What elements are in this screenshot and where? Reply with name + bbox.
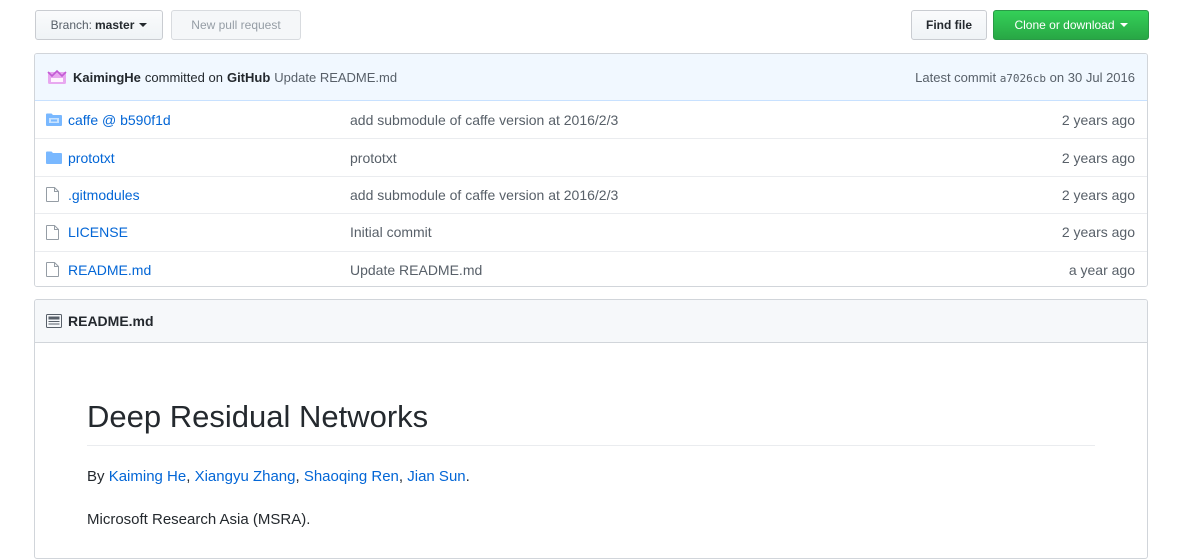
commit-message-link[interactable]: Update README.md (274, 70, 397, 85)
latest-commit-info: Latest commit a7026cb on 30 Jul 2016 (915, 70, 1135, 85)
file-commit-message-link[interactable]: Update README.md (350, 262, 1069, 278)
readme-header: README.md (35, 300, 1147, 343)
file-name-link[interactable]: .gitmodules (68, 187, 350, 203)
file-row: LICENSE Initial commit 2 years ago (35, 213, 1147, 250)
file-commit-message-link[interactable]: add submodule of caffe version at 2016/2… (350, 112, 1062, 128)
file-icon (46, 262, 62, 278)
byline-prefix: By (87, 468, 105, 485)
file-name-link[interactable]: prototxt (68, 150, 350, 166)
clone-or-download-button[interactable]: Clone or download (993, 10, 1149, 40)
chevron-down-icon (139, 23, 148, 27)
file-age: a year ago (1068, 261, 1135, 278)
readme-authors: By Kaiming He, Xiangyu Zhang, Shaoqing R… (87, 468, 1095, 485)
new-pull-request-button[interactable]: New pull request (171, 10, 301, 40)
file-commit-message-link[interactable]: prototxt (350, 150, 1062, 166)
file-icon (46, 224, 62, 240)
latest-commit-bar: KaimingHe committed on GitHub Update REA… (35, 54, 1147, 101)
file-age: 2 years ago (1061, 186, 1135, 203)
branch-name: master (95, 18, 135, 32)
file-rows: caffe @ b590f1d add submodule of caffe ve… (35, 101, 1147, 286)
file-row: prototxt prototxt 2 years ago (35, 138, 1147, 175)
commit-date: 30 Jul 2016 (1067, 69, 1135, 85)
file-name-link[interactable]: LICENSE (68, 224, 350, 240)
file-icon (46, 187, 62, 203)
file-commit-message-link[interactable]: add submodule of caffe version at 2016/2… (350, 187, 1062, 203)
commit-platform: GitHub (226, 69, 271, 85)
file-age: 2 years ago (1061, 149, 1135, 166)
avatar[interactable] (47, 69, 67, 85)
chevron-down-icon (1119, 23, 1128, 27)
byline-separator: , (398, 468, 404, 485)
author-link[interactable]: Shaoqing Ren (304, 468, 399, 485)
byline-separator: , (295, 468, 300, 485)
commit-date-prefix: on (1049, 69, 1065, 85)
clone-label: Clone or download (1014, 18, 1115, 32)
commit-sha-link[interactable]: a7026cb (1000, 72, 1046, 85)
find-file-button[interactable]: Find file (911, 10, 987, 40)
commit-verb: committed on (144, 69, 223, 85)
file-row: README.md Update README.md a year ago (35, 250, 1147, 286)
file-row: .gitmodules add submodule of caffe versio… (35, 175, 1147, 214)
latest-commit-prefix: Latest commit (915, 69, 997, 85)
file-row: caffe @ b590f1d add submodule of caffe ve… (35, 101, 1147, 139)
readme-body: Deep Residual Networks By Kaiming He, Xi… (35, 399, 1147, 528)
author-link[interactable]: Kaiming He (109, 468, 187, 485)
commit-author-link[interactable]: KaimingHe (73, 70, 141, 85)
branch-prefix: Branch: (50, 18, 92, 32)
author-link[interactable]: Xiangyu Zhang (195, 468, 296, 485)
readme-file-label: README.md (68, 313, 154, 329)
file-name-link[interactable]: caffe @ b590f1d (68, 112, 350, 128)
submodule-icon (46, 113, 62, 127)
byline-separator: , (186, 468, 191, 485)
author-link[interactable]: Jian Sun (407, 468, 465, 485)
file-age: 2 years ago (1061, 111, 1135, 128)
readme-panel: README.md Deep Residual Networks By Kaim… (34, 299, 1148, 559)
book-icon (46, 314, 62, 328)
file-commit-message-link[interactable]: Initial commit (350, 224, 1062, 240)
file-age: 2 years ago (1061, 224, 1135, 241)
file-list: KaimingHe committed on GitHub Update REA… (34, 53, 1148, 287)
byline-separator: . (465, 468, 470, 485)
repo-toolbar: Branch: master New pull request Find fil… (0, 0, 1200, 50)
file-name-link[interactable]: README.md (68, 262, 350, 278)
branch-selector-button[interactable]: Branch: master (35, 10, 163, 40)
readme-affiliation: Microsoft Research Asia (MSRA). (87, 511, 311, 528)
folder-icon (46, 151, 62, 165)
readme-title: Deep Residual Networks (87, 399, 1095, 446)
